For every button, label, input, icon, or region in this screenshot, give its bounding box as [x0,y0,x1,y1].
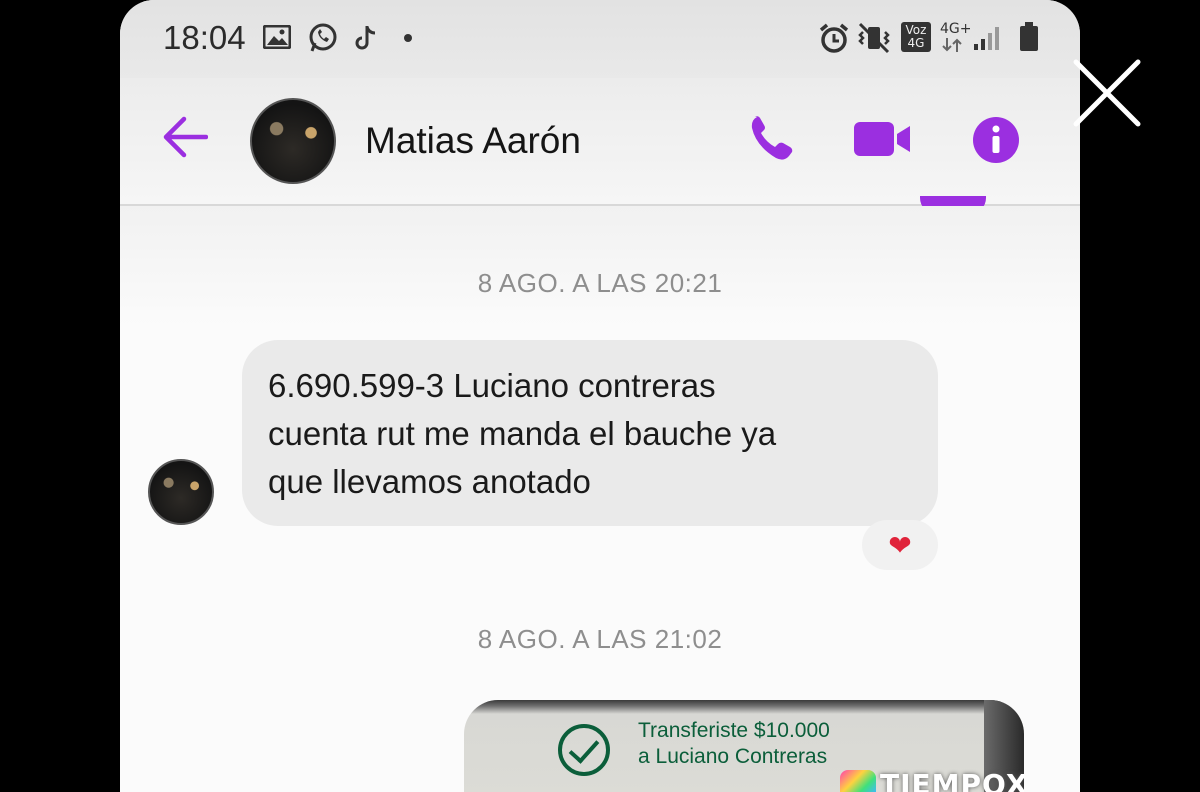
watermark-text: TIEMPOX [880,768,1024,792]
dot-icon [404,34,412,42]
battery-icon [1020,22,1038,51]
whatsapp-icon [309,23,337,52]
chat-header: Matias Aarón [120,78,1080,206]
message-line: cuenta rut me manda el bauche ya [268,415,777,452]
tv-logo-icon [840,770,876,792]
timestamp: 8 AGO. A LAS 20:21 [477,268,723,298]
check-circle-icon [558,724,610,776]
info-icon[interactable] [972,116,1020,164]
incoming-message-bubble[interactable]: 6.690.599-3 Luciano contreras cuenta rut… [242,340,938,526]
timestamp: 8 AGO. A LAS 21:02 [477,624,723,654]
heart-reaction-icon[interactable]: ❤ [862,520,938,570]
message-list: 8 AGO. A LAS 20:21 6.690.599-3 Luciano c… [120,206,1080,792]
close-icon[interactable] [1072,58,1142,128]
alarm-icon [819,23,849,53]
transfer-receipt-text: Transferiste $10.000 a Luciano Contreras [638,719,830,768]
sender-avatar[interactable] [148,459,214,525]
tiktok-icon [355,26,376,50]
call-icon[interactable] [748,114,796,162]
outgoing-image-message[interactable]: Transferiste $10.000 a Luciano Contreras… [464,700,1024,792]
signal-icon [974,27,999,50]
contact-avatar[interactable] [250,98,336,184]
message-line: 6.690.599-3 Luciano contreras [268,367,716,404]
gallery-icon [263,25,291,49]
message-line: que llevamos anotado [268,463,591,500]
phone-screen: 18:04 Voz 4G 4G+ Matias Aarón 8 AGO. A L… [120,0,1080,792]
4g-icon [942,38,962,52]
watermark: TIEMPOX [840,766,1024,792]
volte-icon: Voz 4G [901,22,931,52]
network-type-label: 4G+ [940,21,972,37]
status-time: 18:04 [163,19,246,56]
vibrate-icon [858,22,890,54]
back-arrow-icon[interactable] [162,116,208,158]
status-bar: 18:04 Voz 4G 4G+ [120,0,1080,78]
contact-name[interactable]: Matias Aarón [365,120,581,162]
video-icon[interactable] [854,122,912,156]
